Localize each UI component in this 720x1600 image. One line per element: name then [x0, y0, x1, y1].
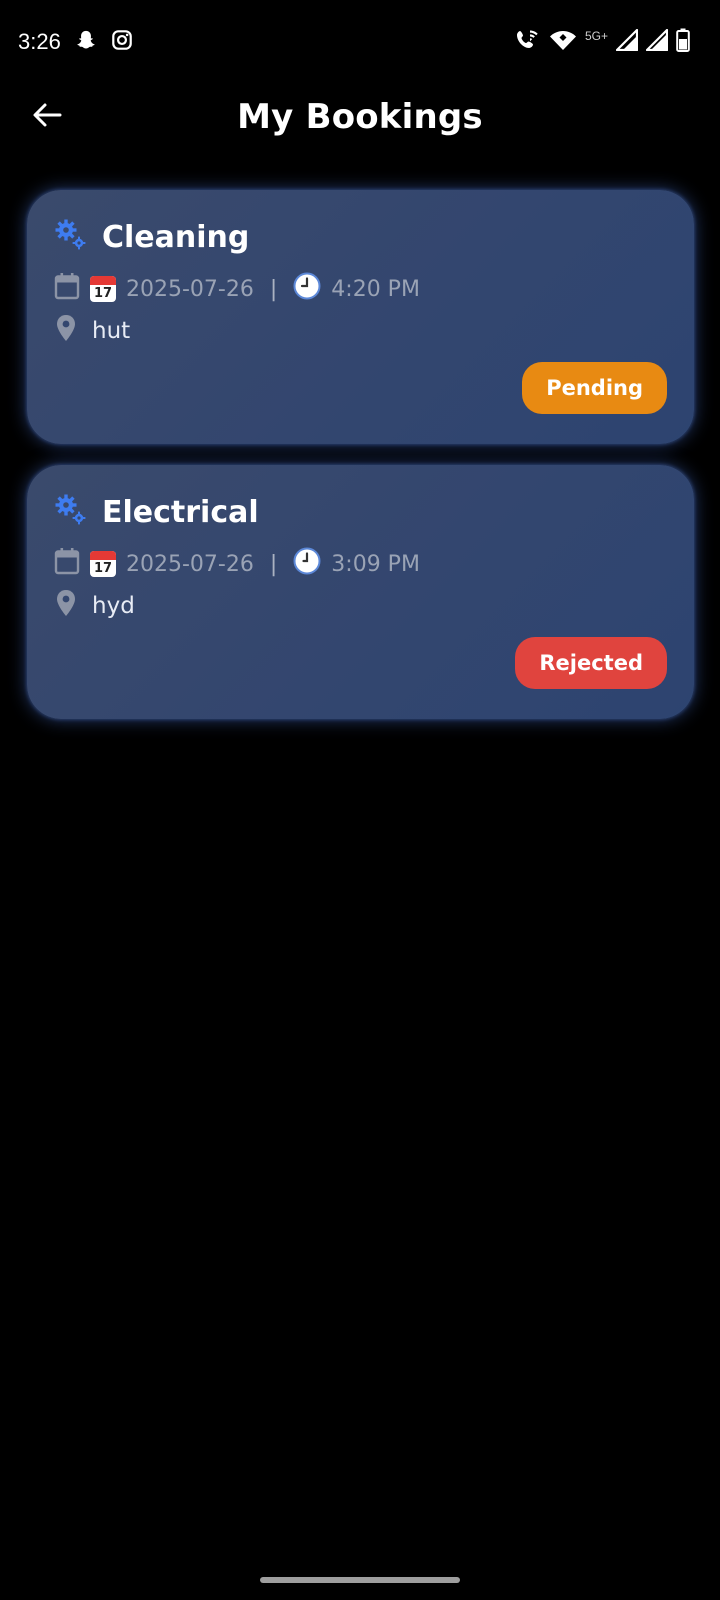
- battery-icon: [676, 28, 690, 56]
- booking-card[interactable]: Cleaning 17 2025-07-26 | 4:20 PM hut Pen…: [27, 190, 694, 444]
- status-badge: Pending: [522, 362, 667, 414]
- location-pin-icon: [54, 314, 78, 348]
- wifi-calling-icon: [515, 28, 541, 56]
- gears-icon: [54, 493, 88, 531]
- meta-separator: |: [269, 551, 278, 577]
- service-name: Electrical: [102, 494, 259, 530]
- calendar-emoji-icon: 17: [90, 551, 116, 577]
- calendar-emoji-icon: 17: [90, 276, 116, 302]
- clock-emoji-icon: [293, 272, 321, 306]
- card-date-time-row: 17 2025-07-26 | 3:09 PM: [54, 547, 420, 581]
- service-name: Cleaning: [102, 219, 250, 255]
- location-pin-icon: [54, 589, 78, 623]
- signal-icon-2: [645, 28, 669, 55]
- booking-location: hut: [92, 318, 131, 344]
- booking-date: 2025-07-26: [126, 276, 254, 302]
- booking-date: 2025-07-26: [126, 551, 254, 577]
- home-indicator[interactable]: [260, 1577, 460, 1583]
- calendar-icon: [54, 272, 80, 306]
- status-right: 5G+: [515, 28, 690, 56]
- booking-card[interactable]: Electrical 17 2025-07-26 | 3:09 PM hyd R…: [27, 465, 694, 719]
- clock-emoji-icon: [293, 547, 321, 581]
- snapchat-icon: [75, 29, 97, 55]
- meta-separator: |: [269, 276, 278, 302]
- page-title: My Bookings: [237, 97, 483, 137]
- booking-location: hyd: [92, 593, 135, 619]
- gears-icon: [54, 218, 88, 256]
- card-location-row: hut: [54, 314, 130, 348]
- booking-time: 3:09 PM: [331, 551, 420, 577]
- status-bar: 3:26 5G+: [0, 0, 720, 84]
- bookings-list: Cleaning 17 2025-07-26 | 4:20 PM hut Pen…: [27, 190, 694, 740]
- calendar-icon: [54, 547, 80, 581]
- signal-icon: [615, 28, 639, 55]
- instagram-icon: [111, 29, 133, 55]
- card-location-row: hyd: [54, 589, 135, 623]
- wifi-icon: [549, 29, 577, 55]
- card-title-row: Cleaning: [54, 216, 249, 258]
- network-type-label: 5G+: [584, 29, 608, 43]
- back-button[interactable]: [26, 96, 68, 138]
- booking-time: 4:20 PM: [331, 276, 420, 302]
- status-badge: Rejected: [515, 637, 667, 689]
- app-bar: My Bookings: [0, 84, 720, 150]
- arrow-left-icon: [32, 102, 62, 132]
- status-time: 3:26: [18, 29, 61, 54]
- card-title-row: Electrical: [54, 491, 259, 533]
- status-left: 3:26: [18, 29, 133, 55]
- card-date-time-row: 17 2025-07-26 | 4:20 PM: [54, 272, 420, 306]
